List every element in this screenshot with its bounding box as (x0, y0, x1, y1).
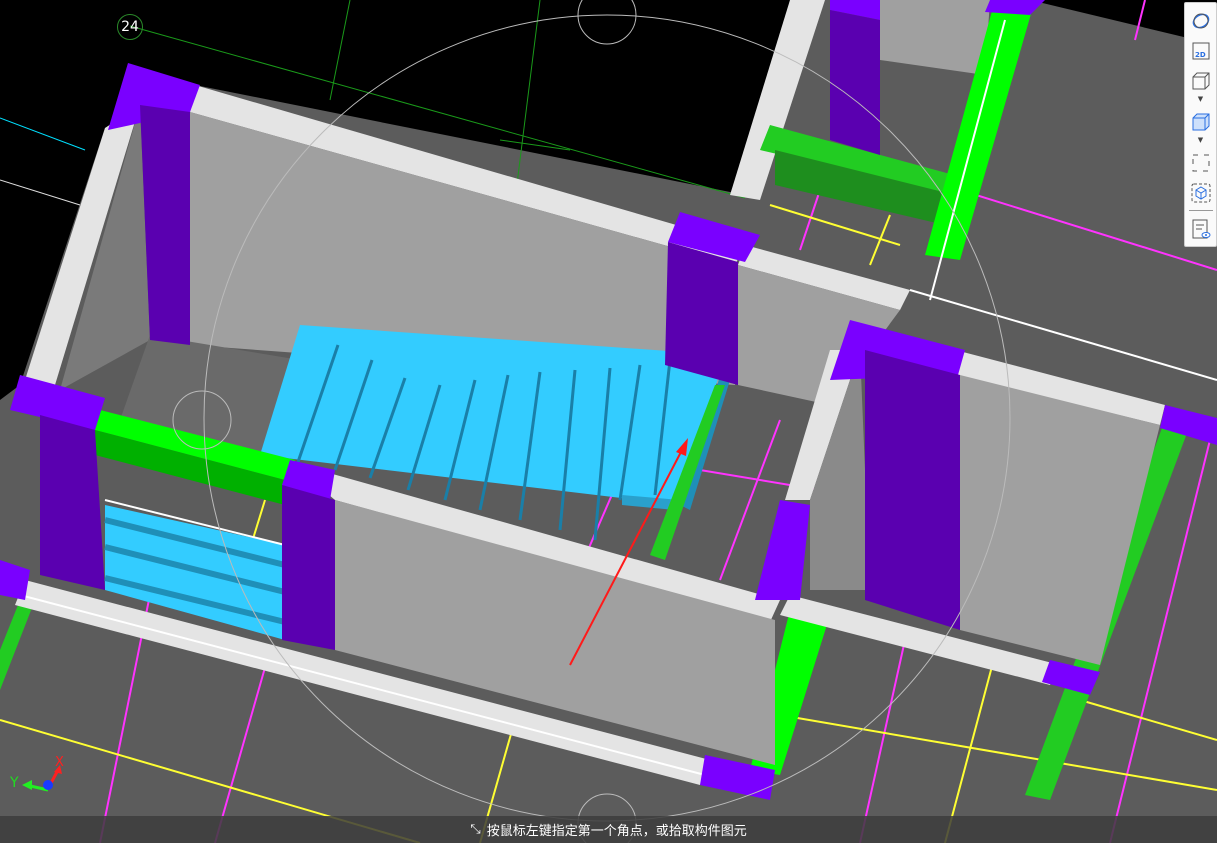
document-eye-icon (1192, 219, 1210, 239)
pick-cursor-icon: ⤡ (470, 822, 481, 837)
svg-text:2D: 2D (1195, 51, 1206, 59)
3d-viewport[interactable] (0, 0, 1217, 843)
toolbar-divider (1188, 210, 1213, 211)
axis-y-label: Y (10, 775, 19, 791)
grid-axis-label: 24 (117, 14, 143, 40)
2d-view-button[interactable]: 2D (1189, 39, 1213, 63)
dynamic-observe-button[interactable] (1189, 9, 1213, 33)
axis-x-label: X (55, 755, 64, 770)
status-message: 按鼠标左键指定第一个角点，或拾取构件图元 (486, 824, 747, 839)
cube-outline-icon (1192, 72, 1209, 90)
view-toolbar: 2D ▼ ▼ (1184, 2, 1217, 247)
3d-view-button[interactable] (1189, 69, 1213, 93)
dashed-frame-icon (1192, 154, 1209, 172)
dropdown-arrow-icon[interactable]: ▼ (1198, 136, 1203, 145)
cube-solid-icon (1192, 113, 1209, 131)
region-select-button[interactable] (1189, 151, 1213, 175)
display-settings-button[interactable] (1189, 217, 1213, 241)
2d-icon: 2D (1192, 42, 1209, 60)
3d-solid-view-button[interactable] (1189, 110, 1213, 134)
orbit-icon (1192, 13, 1209, 29)
cube-in-frame-icon (1191, 183, 1210, 203)
dropdown-arrow-icon[interactable]: ▼ (1198, 95, 1203, 104)
component-view-button[interactable] (1189, 181, 1213, 205)
status-bar: ⤡ 按鼠标左键指定第一个角点，或拾取构件图元 (0, 816, 1217, 843)
